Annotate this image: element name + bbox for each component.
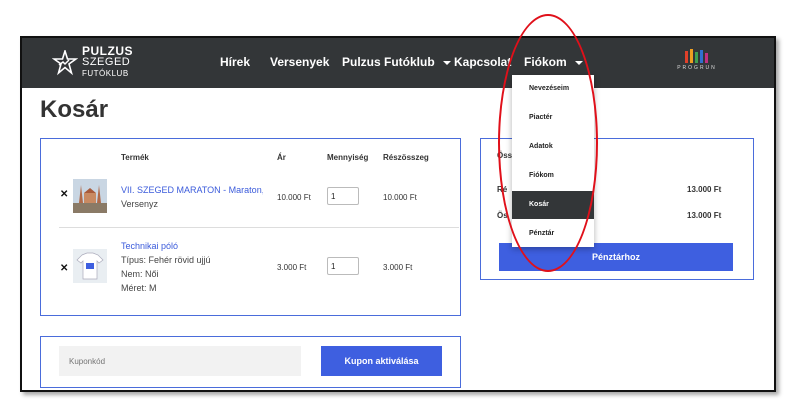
page-title: Kosár [40,96,109,123]
product-meta-size: Méret: M [121,283,157,293]
menu-item-penztar[interactable]: Pénztár [512,220,594,248]
navbar: PULZUS SZEGED FUTÓKLUB Hírek Versenyek P… [22,38,774,88]
brand-line3: FUTÓKLUB [82,69,129,78]
menu-item-fiokom[interactable]: Fiókom [512,162,594,190]
product-meta-gender: Nem: Női [121,269,159,279]
chevron-down-icon [574,60,583,65]
summary-total-label: Ös [497,211,508,220]
runner-star-icon [52,49,78,75]
nav-pulzus-futoklub[interactable]: Pulzus Futóklub [342,55,451,69]
header-product: Termék [121,153,149,162]
item-price: 10.000 Ft [277,193,311,202]
nav-fiokom-label: Fiókom [524,55,567,69]
coupon-section: Kupon aktiválása [40,336,461,388]
nav-versenyek[interactable]: Versenyek [270,55,329,69]
summary-subtotal-label: Ré [497,185,508,194]
brand-line2: SZEGED [82,56,131,68]
summary-subtotal-value: 13.000 Ft [687,185,722,194]
quantity-input[interactable] [327,187,359,205]
nav-hirek[interactable]: Hírek [220,55,250,69]
account-dropdown-menu: Nevezéseim Piactér Adatok Fiókom Kosár P… [512,75,594,247]
progrun-logo[interactable]: PROGRUN [677,48,717,71]
coupon-input[interactable] [59,346,301,376]
progrun-runners-icon [685,49,708,63]
cathedral-thumbnail[interactable] [73,179,107,213]
remove-item-icon[interactable]: ✕ [60,263,68,274]
header-subtotal: Részösszeg [383,153,429,162]
header-quantity: Mennyiség [327,153,369,162]
nav-kapcsolat[interactable]: Kapcsolat [454,55,511,69]
tshirt-thumbnail[interactable] [73,249,107,283]
remove-item-icon[interactable]: ✕ [60,189,68,200]
item-price: 3.000 Ft [277,263,307,272]
menu-item-adatok[interactable]: Adatok [512,133,594,161]
cart-table: Termék Ár Mennyiség Részösszeg ✕ VII. SZ… [40,138,461,316]
item-subtotal: 3.000 Ft [383,263,413,272]
item-subtotal: 10.000 Ft [383,193,417,202]
quantity-input[interactable] [327,257,359,275]
nav-fiokom[interactable]: Fiókom [524,55,583,69]
chevron-down-icon [442,60,451,65]
product-link[interactable]: VII. SZEGED MARATON - Maraton, 1 [121,185,263,195]
product-meta: Versenyz [121,199,159,209]
apply-coupon-button[interactable]: Kupon aktiválása [321,346,442,376]
progrun-label: PROGRUN [677,65,717,71]
menu-item-nevezeseim[interactable]: Nevezéseim [512,75,594,103]
menu-item-kosar[interactable]: Kosár [512,191,594,219]
nav-pulzus-label: Pulzus Futóklub [342,55,435,69]
summary-total-value: 13.000 Ft [687,211,722,220]
pulzus-logo[interactable]: PULZUS SZEGED FUTÓKLUB [52,45,133,79]
product-meta-type: Típus: Fehér rövid ujjú [121,255,211,265]
row-divider [59,227,459,228]
menu-item-piacter[interactable]: Piactér [512,104,594,132]
summary-title: Öss [497,151,513,160]
header-price: Ár [277,153,286,162]
product-link[interactable]: Technikai póló [121,241,263,251]
browser-window: PULZUS SZEGED FUTÓKLUB Hírek Versenyek P… [20,36,776,392]
